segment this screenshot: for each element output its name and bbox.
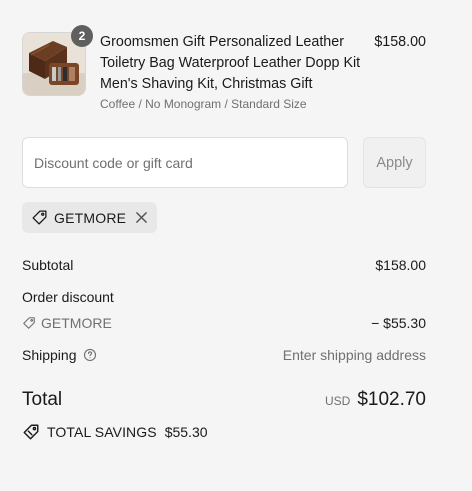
tag-icon [31, 209, 48, 226]
currency-code: USD [324, 394, 351, 408]
discount-code-row: GETMORE − $55.30 [22, 315, 426, 333]
shipping-label: Shipping [22, 347, 77, 363]
apply-discount-button[interactable]: Apply [363, 137, 426, 188]
order-discount-row: Order discount [22, 289, 426, 307]
quantity-badge: 2 [71, 25, 93, 47]
total-row: Total USD $102.70 [22, 389, 426, 413]
help-icon[interactable] [83, 348, 97, 362]
discount-amount: − $55.30 [371, 315, 426, 331]
savings-tag-icon [22, 423, 40, 441]
product-title: Groomsmen Gift Personalized Leather Toil… [100, 34, 361, 92]
subtotal-label: Subtotal [22, 257, 74, 273]
total-amount-group: USD $102.70 [325, 389, 426, 411]
tag-icon [22, 316, 36, 330]
discount-code-input[interactable] [22, 137, 348, 188]
discount-code-line: GETMORE [22, 315, 112, 331]
product-variant: Coffee / No Monogram / Standard Size [100, 97, 307, 111]
subtotal-row: Subtotal $158.00 [22, 257, 426, 275]
product-price: $158.00 [374, 34, 426, 50]
shipping-row: Shipping Enter shipping address [22, 347, 426, 365]
total-amount: $102.70 [357, 389, 426, 410]
order-discount-label: Order discount [22, 289, 114, 305]
remove-code-icon[interactable] [135, 211, 148, 224]
applied-code-label: GETMORE [54, 209, 127, 226]
shipping-label-group: Shipping [22, 347, 97, 363]
savings-label: TOTAL SAVINGS [47, 424, 157, 440]
total-savings: TOTAL SAVINGS $55.30 [22, 423, 208, 441]
shipping-value: Enter shipping address [282, 347, 426, 363]
line-item: 2 Groomsmen Gift Personalized Leather To… [22, 25, 426, 112]
savings-amount: $55.30 [164, 424, 208, 440]
applied-discount-chip: GETMORE [22, 202, 157, 233]
total-label: Total [22, 389, 63, 410]
discount-code-text: GETMORE [41, 315, 112, 331]
subtotal-value: $158.00 [375, 257, 426, 273]
order-summary: 2 Groomsmen Gift Personalized Leather To… [0, 0, 472, 491]
